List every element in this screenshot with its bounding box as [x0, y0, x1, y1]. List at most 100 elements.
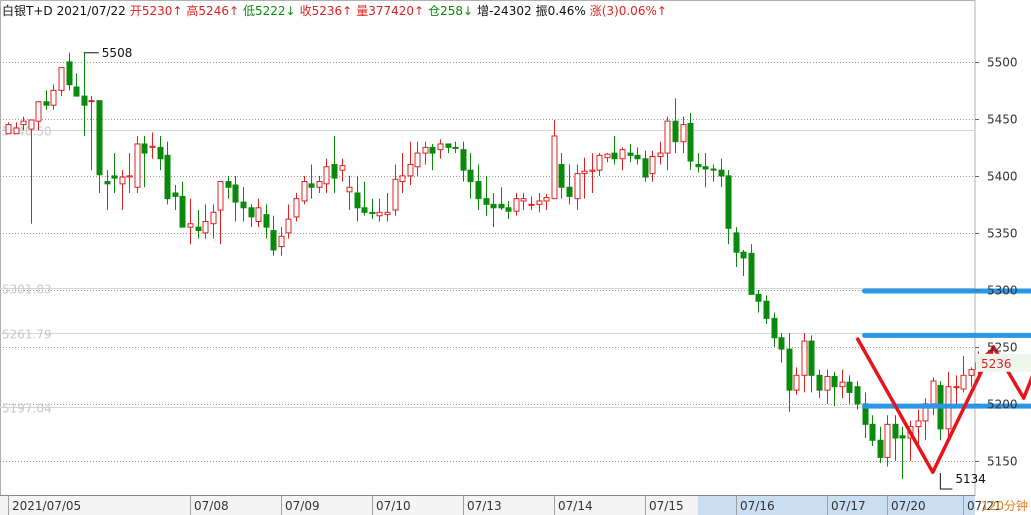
candle — [551, 120, 558, 200]
candle-body — [376, 211, 383, 217]
candlestick-chart[interactable]: 5440.505301.835261.795197.04 55085134 51… — [0, 0, 1031, 515]
candle — [301, 175, 308, 205]
candle — [793, 367, 800, 395]
candle-body — [73, 86, 80, 97]
candle — [558, 153, 565, 199]
candle-body — [301, 181, 308, 202]
candle-body — [892, 423, 899, 439]
candle-body — [604, 153, 611, 159]
candle — [331, 135, 338, 193]
candle — [285, 204, 292, 239]
candle — [407, 141, 414, 185]
candle-body — [369, 211, 376, 214]
candle — [505, 200, 512, 220]
current-price-label: 5236 — [981, 357, 1012, 371]
candle — [399, 153, 406, 193]
candle-body — [649, 155, 656, 175]
plot-frame — [0, 0, 976, 496]
candle — [339, 158, 346, 182]
candle-body — [877, 439, 884, 458]
candle-body — [672, 120, 679, 143]
candle — [786, 333, 793, 412]
candle-body — [195, 226, 202, 232]
candle — [634, 147, 641, 165]
candle-body — [763, 300, 770, 319]
y-tick-label: 5500 — [987, 56, 1018, 70]
candle-body — [172, 192, 179, 197]
candle-body — [808, 340, 815, 376]
candles — [5, 52, 982, 480]
candle — [771, 312, 778, 347]
candle — [778, 333, 785, 363]
candle-body — [414, 152, 421, 168]
candle-body — [210, 211, 217, 225]
candle — [680, 116, 687, 154]
candle-body — [119, 176, 126, 185]
candle — [854, 381, 861, 410]
candle-body — [232, 184, 239, 203]
candle-body — [566, 186, 573, 197]
candle — [445, 143, 452, 154]
candle — [422, 141, 429, 165]
candle — [248, 204, 255, 228]
candle-body — [58, 67, 65, 91]
candle — [232, 175, 239, 222]
candle — [172, 184, 179, 211]
candle — [293, 192, 300, 222]
candle — [429, 143, 436, 171]
candle-body — [43, 101, 50, 106]
candle — [66, 52, 73, 91]
candle-body — [81, 95, 88, 106]
candle-body — [164, 154, 171, 200]
candle-body — [339, 165, 346, 171]
candle-body — [543, 197, 550, 202]
candle — [740, 249, 747, 277]
candle — [755, 289, 762, 313]
candle-body — [28, 119, 35, 130]
candle-body — [725, 175, 732, 229]
candle-body — [687, 122, 694, 162]
candle-body — [611, 152, 618, 160]
candle-body — [460, 149, 467, 171]
candle-body — [664, 120, 671, 154]
candle-body — [96, 100, 103, 176]
candle — [695, 153, 702, 173]
candle-body — [354, 192, 361, 209]
x-tick-label: 07/16 — [740, 499, 775, 513]
period-label[interactable]: 120分钟 — [981, 498, 1028, 513]
candle — [687, 113, 694, 171]
candle — [437, 139, 444, 159]
candle — [96, 100, 103, 193]
candle-body — [202, 220, 209, 234]
candle — [255, 198, 262, 228]
candle-body — [111, 175, 118, 179]
candle — [536, 192, 543, 213]
candle — [210, 204, 217, 239]
candle-body — [361, 207, 368, 213]
candle — [164, 141, 171, 205]
candle — [240, 187, 247, 222]
candle-body — [695, 163, 702, 168]
candle — [627, 143, 634, 163]
candle — [596, 153, 603, 176]
candle-body — [104, 181, 111, 185]
candle-body — [960, 374, 967, 390]
candle-body — [149, 145, 156, 148]
candle-body — [126, 175, 133, 178]
candle — [475, 164, 482, 211]
candle-body — [778, 337, 785, 350]
candle-body — [854, 386, 861, 405]
candle-body — [642, 158, 649, 178]
candle-body — [657, 152, 664, 157]
candle — [899, 426, 906, 480]
candle — [460, 141, 467, 182]
candle-body — [66, 61, 73, 86]
candle — [43, 90, 50, 110]
extreme-label: 5508 — [102, 46, 133, 60]
candle — [604, 153, 611, 163]
candle — [520, 192, 527, 211]
candle — [937, 381, 944, 441]
candle — [960, 355, 967, 393]
candle — [862, 392, 869, 439]
candle-body — [13, 127, 20, 135]
